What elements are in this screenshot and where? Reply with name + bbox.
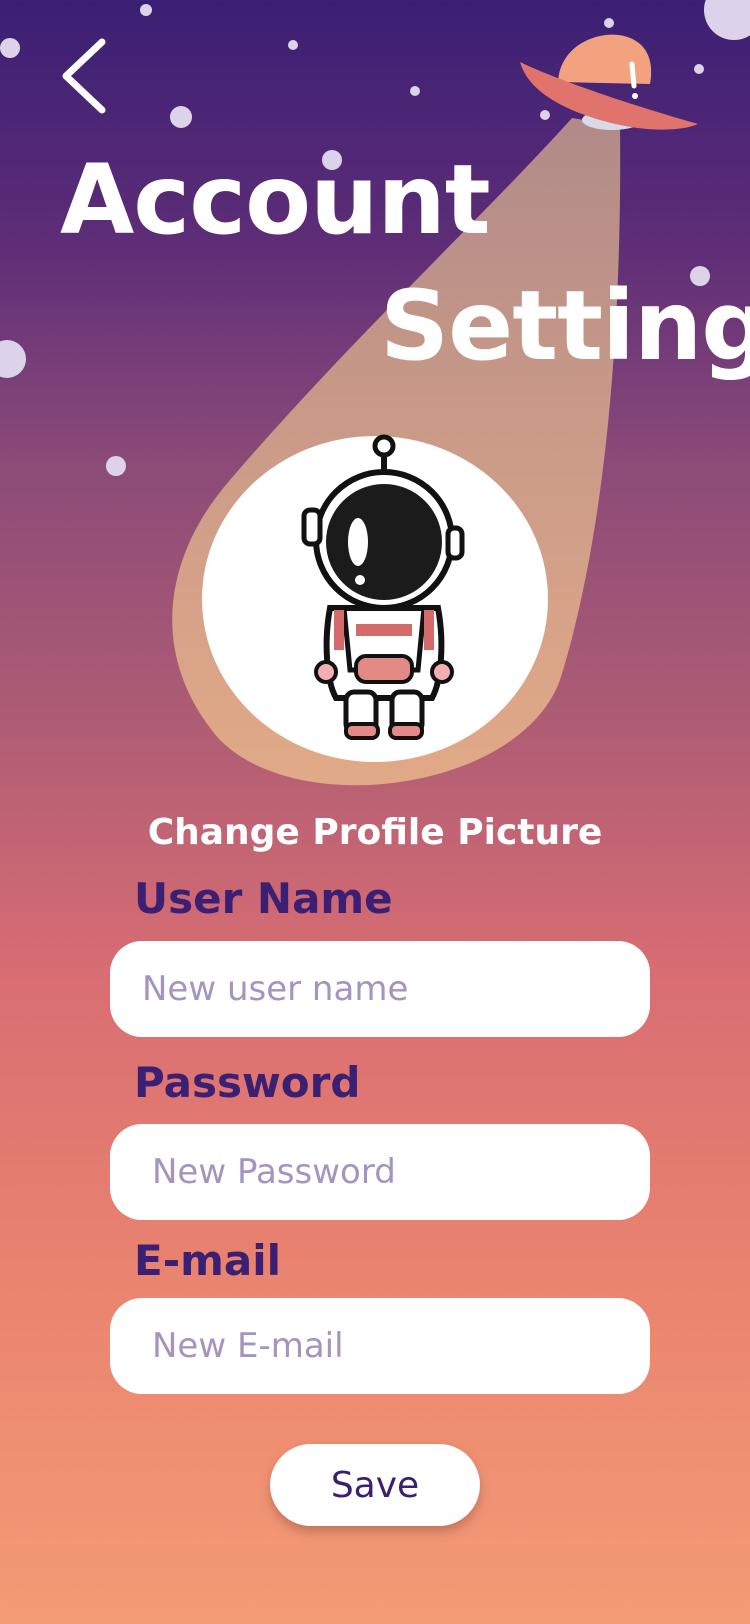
ufo-icon [520,34,698,130]
username-label: User Name [134,874,393,923]
password-label: Password [134,1058,361,1107]
email-input[interactable] [110,1298,650,1394]
page-title-line2: Setting [380,270,750,382]
back-button[interactable]: chevron-left-icon [58,38,110,114]
password-input[interactable] [110,1124,650,1220]
star-decoration [704,0,750,40]
astronaut-avatar-icon [301,434,465,740]
username-input[interactable] [110,941,650,1037]
star-decoration [0,340,26,378]
email-label: E-mail [134,1236,282,1285]
change-profile-picture-link[interactable]: Change Profile Picture [0,812,750,853]
star-decoration [106,456,126,476]
star-decoration [604,18,614,28]
star-decoration [0,38,20,58]
star-decoration [288,40,298,50]
star-decoration [170,106,192,128]
star-decoration [140,4,152,16]
page-title-line1: Account [60,144,491,256]
save-button[interactable]: Save [270,1444,480,1526]
star-decoration [410,86,420,96]
